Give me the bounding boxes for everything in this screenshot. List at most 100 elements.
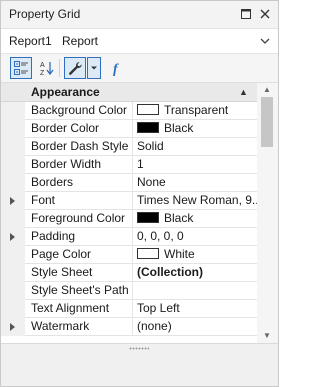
property-value[interactable]: Times New Roman, 9... — [133, 192, 257, 209]
property-name: Border Dash Style — [25, 138, 133, 155]
property-value-text: Transparent — [164, 103, 229, 117]
row-gutter — [1, 156, 25, 174]
property-value-text: 1 — [137, 157, 144, 171]
row-gutter — [1, 174, 25, 192]
collapse-icon[interactable]: ▲ — [239, 87, 248, 97]
property-name: Borders — [25, 174, 133, 191]
property-row[interactable]: Background Color Transparent — [1, 102, 257, 120]
property-value-text: White — [164, 247, 195, 261]
property-row[interactable]: Padding 0, 0, 0, 0 — [1, 228, 257, 246]
color-swatch — [137, 212, 159, 224]
property-value[interactable]: (Collection) — [133, 264, 257, 281]
property-value-text: 0, 0, 0, 0 — [137, 229, 184, 243]
property-value-text: Black — [164, 121, 194, 135]
description-splitter[interactable] — [1, 343, 278, 353]
property-row[interactable]: Watermark (none) — [1, 318, 257, 336]
toolbar: A Z f — [1, 54, 278, 83]
row-gutter — [1, 102, 25, 120]
property-row[interactable]: Border Dash Style Solid — [1, 138, 257, 156]
property-row[interactable]: Font Times New Roman, 9... — [1, 192, 257, 210]
property-row[interactable]: Border Color Black — [1, 120, 257, 138]
expand-arrow-icon[interactable] — [10, 323, 15, 331]
object-type: Report — [62, 34, 99, 48]
vertical-scrollbar[interactable]: ▲ ▼ — [257, 83, 278, 343]
property-rows: Background Color Transparent Border Color B… — [1, 102, 257, 336]
property-value[interactable]: None — [133, 174, 257, 191]
scroll-down-icon[interactable]: ▼ — [263, 331, 271, 340]
property-name: Style Sheet's Path — [25, 282, 133, 299]
events-tab-button[interactable]: f — [107, 57, 129, 79]
row-gutter — [1, 210, 25, 228]
property-value[interactable]: 0, 0, 0, 0 — [133, 228, 257, 245]
property-value[interactable]: White — [133, 246, 257, 263]
scroll-up-icon[interactable]: ▲ — [263, 85, 271, 94]
property-value[interactable] — [133, 282, 257, 299]
property-value[interactable]: Solid — [133, 138, 257, 155]
svg-text:Z: Z — [40, 70, 45, 76]
properties-dropdown-button[interactable] — [87, 57, 101, 79]
property-grid: Appearance ▲ Background Color Transparent… — [1, 83, 278, 343]
property-value[interactable]: Black — [133, 210, 257, 227]
expand-arrow-icon[interactable] — [10, 197, 15, 205]
property-value[interactable]: Black — [133, 120, 257, 137]
properties-tab-button[interactable] — [64, 57, 86, 79]
row-gutter — [1, 300, 25, 318]
row-gutter — [1, 228, 25, 246]
category-header[interactable]: Appearance ▲ — [1, 83, 257, 102]
scroll-thumb[interactable] — [261, 97, 273, 147]
property-value-text: (none) — [137, 319, 172, 333]
svg-text:f: f — [113, 62, 119, 76]
property-name: Text Alignment — [25, 300, 133, 317]
color-swatch — [137, 248, 159, 260]
property-name: Foreground Color — [25, 210, 133, 227]
sort-az-icon: A Z — [40, 62, 54, 76]
object-name: Report1 — [9, 34, 52, 48]
row-gutter — [1, 264, 25, 282]
property-grid-panel: Property Grid Report1 Report A Z f Appea… — [0, 0, 279, 387]
property-name: Border Width — [25, 156, 133, 173]
property-value-text: Times New Roman, 9... — [137, 193, 257, 207]
maximize-icon[interactable] — [238, 6, 254, 22]
color-swatch — [137, 122, 159, 134]
property-value-text: None — [137, 175, 166, 189]
property-value-text: Top Left — [137, 301, 180, 315]
expand-arrow-icon[interactable] — [10, 233, 15, 241]
property-name: Border Color — [25, 120, 133, 137]
property-row[interactable]: Borders None — [1, 174, 257, 192]
row-gutter — [1, 246, 25, 264]
property-name: Background Color — [25, 102, 133, 119]
close-icon[interactable] — [257, 6, 273, 22]
toolbar-separator — [59, 59, 60, 77]
property-value[interactable]: 1 — [133, 156, 257, 173]
row-gutter — [1, 192, 25, 210]
dropdown-arrow-icon — [91, 66, 97, 70]
property-value[interactable]: (none) — [133, 318, 257, 335]
function-icon: f — [113, 62, 119, 76]
row-gutter — [1, 120, 25, 138]
color-swatch — [137, 104, 159, 116]
svg-text:A: A — [40, 62, 45, 69]
categorized-view-button[interactable] — [10, 57, 32, 79]
property-value[interactable]: Transparent — [133, 102, 257, 119]
title-bar: Property Grid — [1, 1, 278, 29]
property-row[interactable]: Border Width 1 — [1, 156, 257, 174]
property-row[interactable]: Page Color White — [1, 246, 257, 264]
property-row[interactable]: Foreground Color Black — [1, 210, 257, 228]
property-name: Padding — [25, 228, 133, 245]
categorized-icon — [14, 61, 28, 75]
grip-icon — [129, 347, 149, 350]
property-row[interactable]: Text Alignment Top Left — [1, 300, 257, 318]
property-value-text: (Collection) — [137, 265, 203, 279]
property-value[interactable]: Top Left — [133, 300, 257, 317]
panel-title: Property Grid — [9, 7, 81, 21]
property-row[interactable]: Style Sheet's Path — [1, 282, 257, 300]
alphabetical-sort-button[interactable]: A Z — [36, 57, 58, 79]
property-row[interactable]: Style Sheet (Collection) — [1, 264, 257, 282]
property-value-text: Black — [164, 211, 194, 225]
property-name: Page Color — [25, 246, 133, 263]
description-panel — [1, 353, 278, 386]
property-name: Watermark — [25, 318, 133, 335]
object-selector[interactable]: Report1 Report — [1, 29, 278, 54]
chevron-down-icon[interactable] — [259, 35, 271, 47]
row-gutter — [1, 138, 25, 156]
